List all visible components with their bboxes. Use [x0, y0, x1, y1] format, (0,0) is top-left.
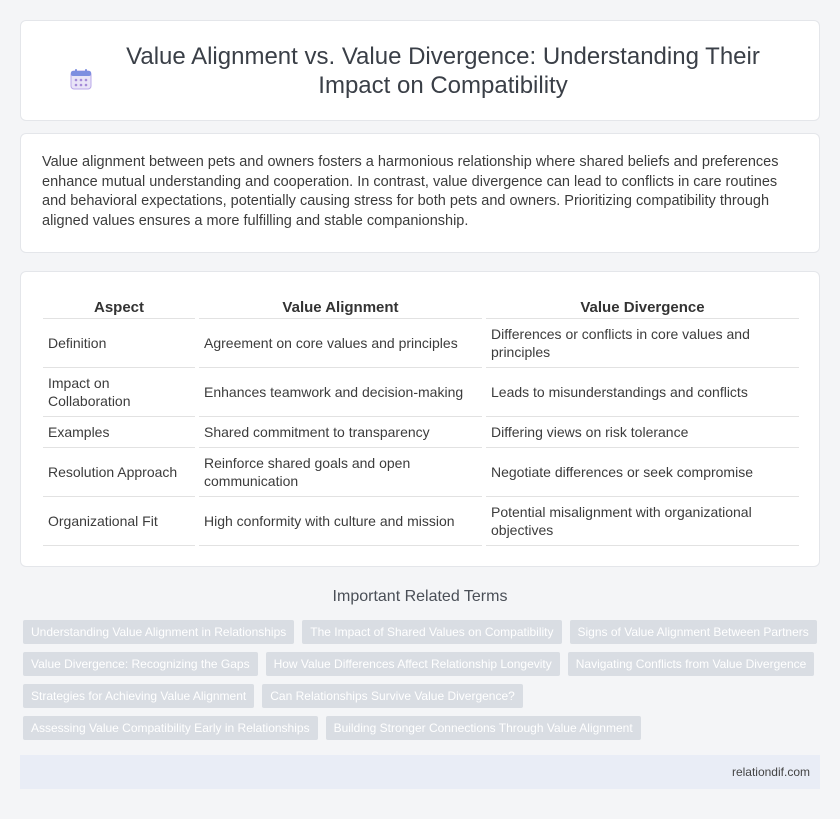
- title-wrap: Value Alignment vs. Value Divergence: Un…: [70, 42, 770, 100]
- table-cell: Leads to misunderstandings and conflicts: [486, 368, 799, 417]
- related-tag[interactable]: Value Divergence: Recognizing the Gaps: [23, 652, 258, 676]
- intro-card: Value alignment between pets and owners …: [20, 133, 820, 253]
- column-header: Value Divergence: [486, 292, 799, 319]
- table-row: Impact on Collaboration Enhances teamwor…: [43, 368, 799, 417]
- related-tag[interactable]: Navigating Conflicts from Value Divergen…: [567, 652, 815, 676]
- page: Value Alignment vs. Value Divergence: Un…: [0, 0, 840, 819]
- calendar-icon: [70, 68, 92, 89]
- footer: relationdif.com: [20, 755, 820, 789]
- table-cell: Enhances teamwork and decision-making: [199, 368, 482, 417]
- related-tag[interactable]: Strategies for Achieving Value Alignment: [23, 684, 255, 708]
- intro-text: Value alignment between pets and owners …: [42, 154, 779, 229]
- table-row: Definition Agreement on core values and …: [43, 319, 799, 368]
- table-cell: Organizational Fit: [43, 497, 195, 546]
- page-title: Value Alignment vs. Value Divergence: Un…: [126, 42, 760, 99]
- related-tag[interactable]: Signs of Value Alignment Between Partner…: [569, 620, 817, 644]
- comparison-table: Aspect Value Alignment Value Divergence …: [43, 292, 799, 546]
- table-cell: Differing views on risk tolerance: [486, 417, 799, 448]
- header-card: Value Alignment vs. Value Divergence: Un…: [20, 20, 820, 121]
- table-cell: Potential misalignment with organization…: [486, 497, 799, 546]
- table-row: Resolution Approach Reinforce shared goa…: [43, 448, 799, 497]
- column-header: Value Alignment: [199, 292, 482, 319]
- related-tag[interactable]: Can Relationships Survive Value Divergen…: [262, 684, 523, 708]
- table-header-row: Aspect Value Alignment Value Divergence: [43, 292, 799, 319]
- table-cell: Definition: [43, 319, 195, 368]
- footer-site-link[interactable]: relationdif.com: [732, 765, 810, 779]
- related-tag[interactable]: Assessing Value Compatibility Early in R…: [23, 716, 318, 740]
- related-tag[interactable]: The Impact of Shared Values on Compatibi…: [302, 620, 562, 644]
- related-tag[interactable]: Building Stronger Connections Through Va…: [325, 716, 641, 740]
- table-cell: High conformity with culture and mission: [199, 497, 482, 546]
- table-cell: Examples: [43, 417, 195, 448]
- table-row: Examples Shared commitment to transparen…: [43, 417, 799, 448]
- table-cell: Resolution Approach: [43, 448, 195, 497]
- related-tag[interactable]: Understanding Value Alignment in Relatio…: [23, 620, 295, 644]
- table-cell: Agreement on core values and principles: [199, 319, 482, 368]
- table-cell: Impact on Collaboration: [43, 368, 195, 417]
- table-cell: Reinforce shared goals and open communic…: [199, 448, 482, 497]
- related-tag[interactable]: How Value Differences Affect Relationshi…: [265, 652, 560, 676]
- table-cell: Negotiate differences or seek compromise: [486, 448, 799, 497]
- related-terms-heading: Important Related Terms: [332, 588, 508, 605]
- related-tags: Understanding Value Alignment in Relatio…: [23, 620, 823, 740]
- table-cell: Differences or conflicts in core values …: [486, 319, 799, 368]
- column-header: Aspect: [43, 292, 195, 319]
- table-cell: Shared commitment to transparency: [199, 417, 482, 448]
- comparison-card: Aspect Value Alignment Value Divergence …: [20, 271, 820, 567]
- table-row: Organizational Fit High conformity with …: [43, 497, 799, 546]
